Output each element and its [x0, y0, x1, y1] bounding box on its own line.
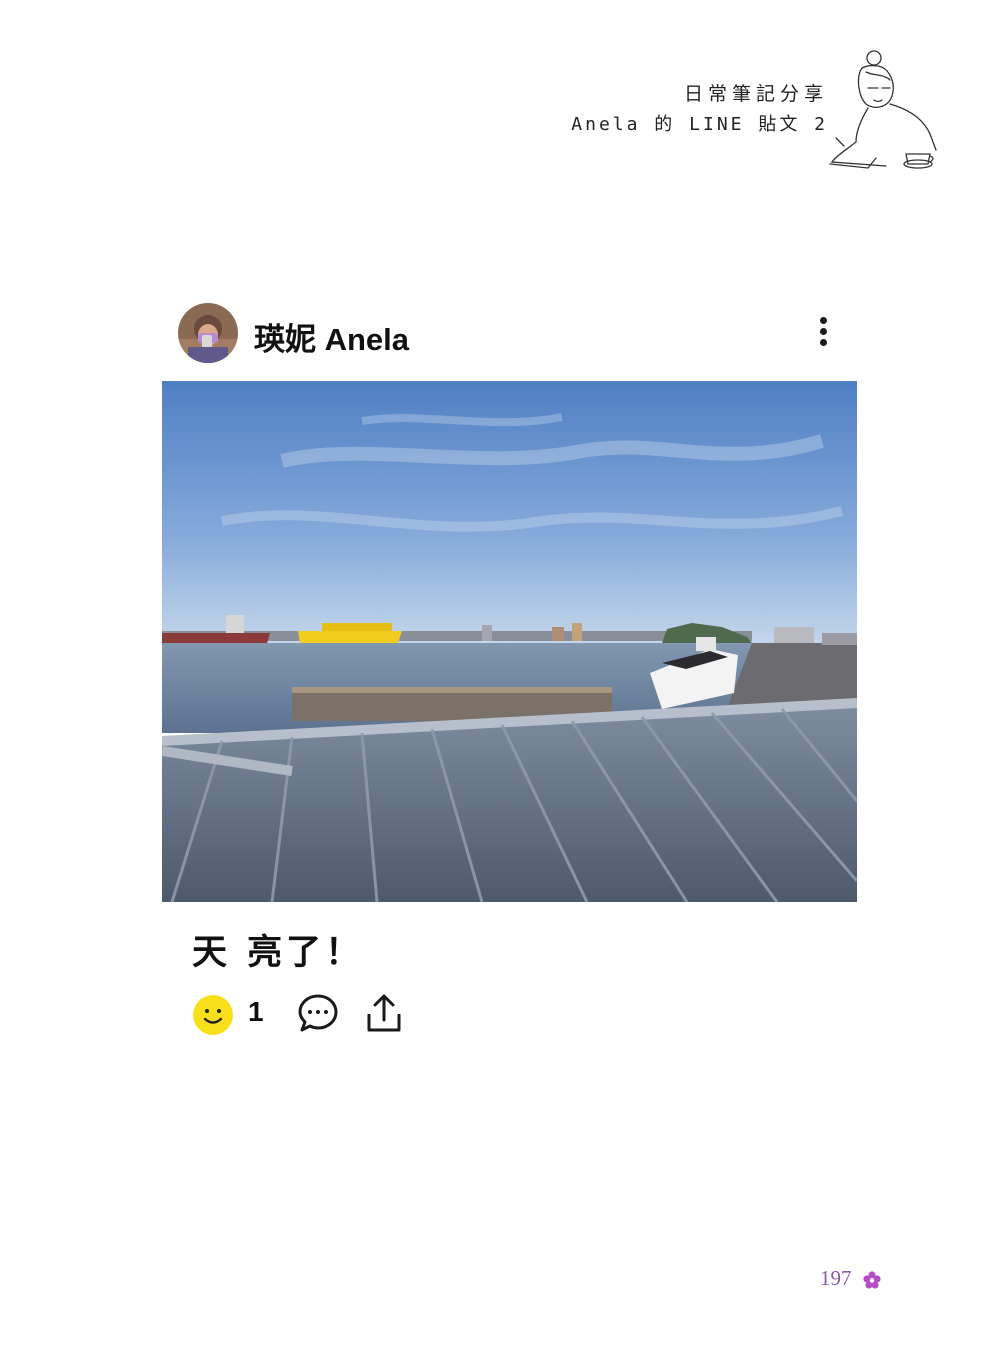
post-header: 瑛妮 Anela	[178, 303, 838, 365]
comment-bubble-icon[interactable]	[297, 992, 339, 1034]
chapter-header: 日常筆記分享 Anela 的 LINE 貼文 2	[571, 80, 828, 140]
header-subtitle: Anela 的 LINE 貼文 2	[571, 114, 828, 135]
post-author-name[interactable]: 瑛妮 Anela	[254, 314, 409, 359]
header-title: 日常筆記分享	[683, 83, 828, 105]
woman-writing-illustration	[829, 50, 937, 169]
harbor-photo	[162, 381, 857, 902]
more-vertical-icon[interactable]	[812, 315, 834, 353]
reaction-count: 1	[248, 996, 264, 1027]
smiley-reaction-icon[interactable]	[192, 994, 234, 1036]
post-caption: 天 亮了！	[192, 933, 365, 973]
page-number: 197	[820, 1266, 852, 1290]
user-avatar-photo[interactable]	[178, 303, 238, 363]
flower-icon	[863, 1271, 881, 1289]
post-actions: 1	[192, 992, 612, 1036]
share-icon[interactable]	[365, 992, 403, 1034]
